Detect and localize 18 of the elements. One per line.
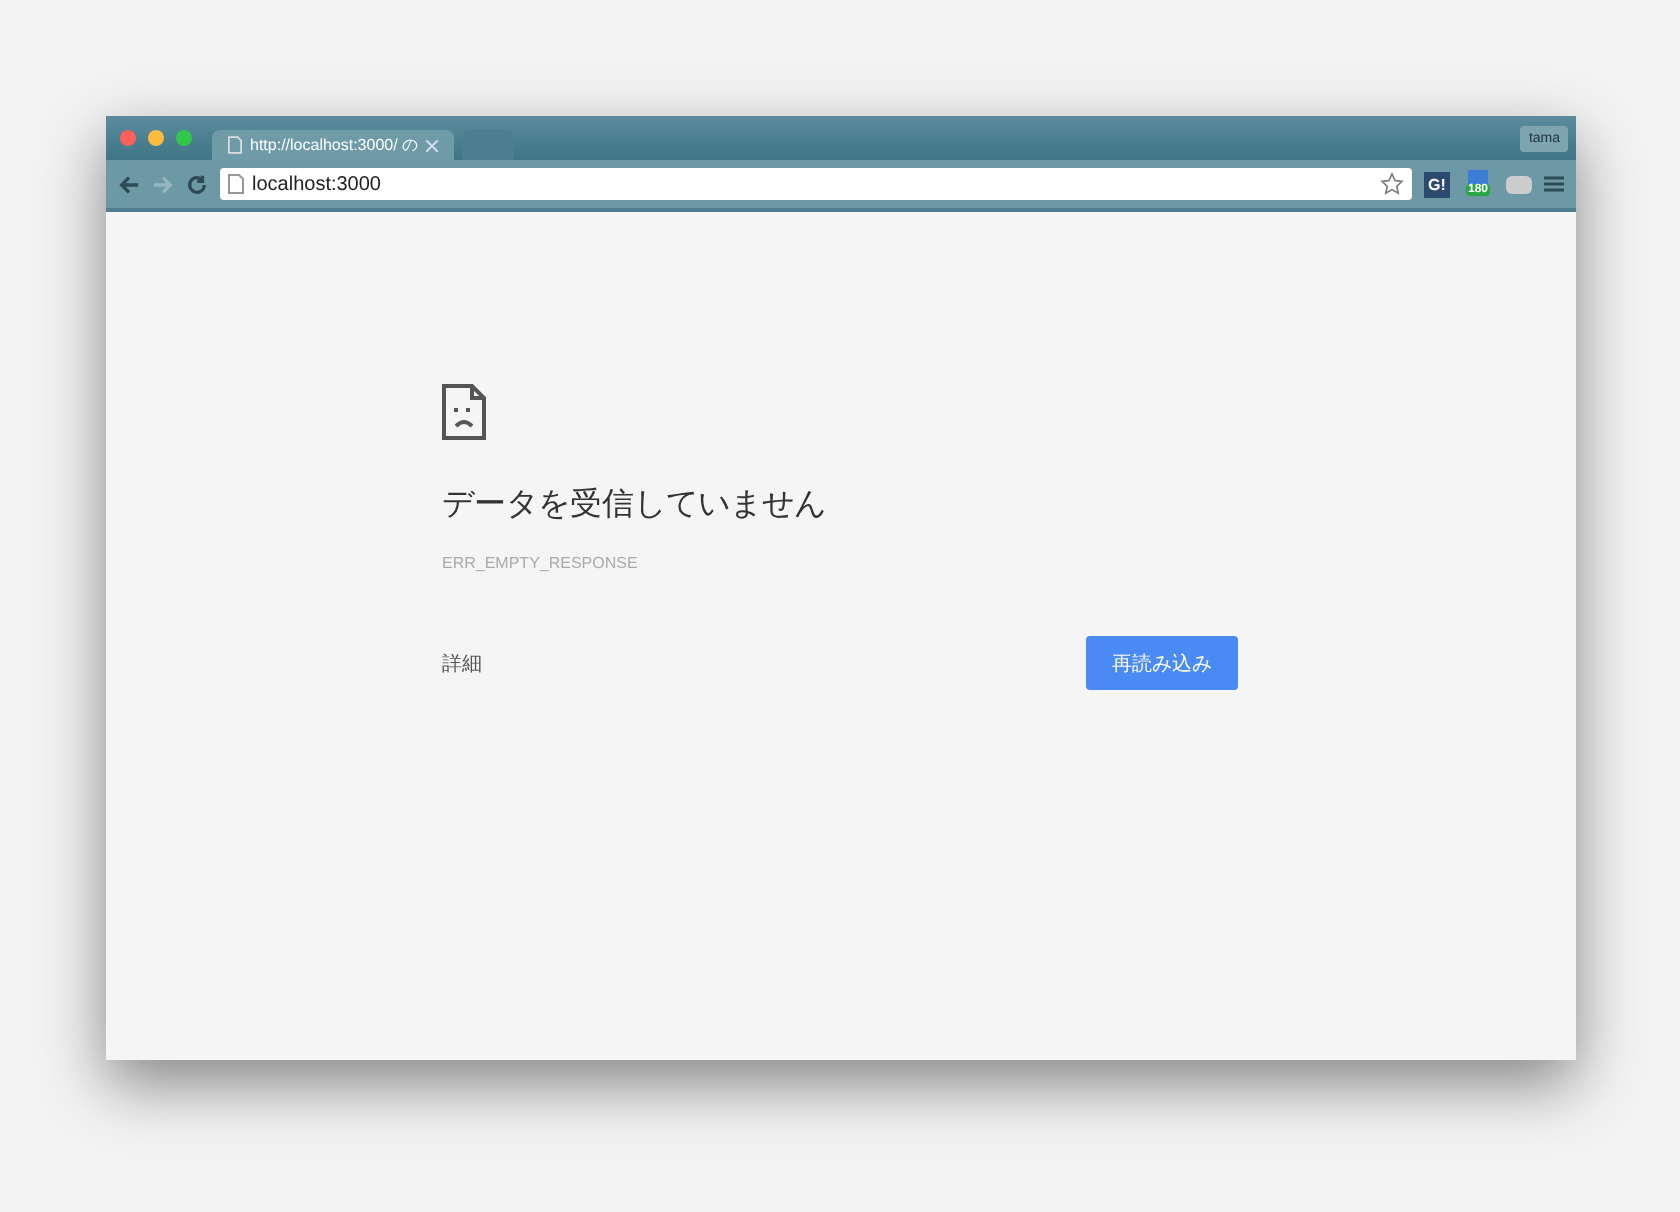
- page-icon: [228, 136, 242, 154]
- close-tab-icon[interactable]: [426, 139, 438, 151]
- reload-icon[interactable]: [186, 173, 208, 195]
- extension-button[interactable]: G!: [1423, 171, 1450, 197]
- minimize-button[interactable]: [148, 130, 164, 146]
- extension-icon[interactable]: [1506, 175, 1532, 193]
- error-code: ERR_EMPTY_RESPONSE: [442, 554, 640, 572]
- details-link[interactable]: 詳細: [442, 649, 482, 677]
- error-heading: データを受信していません: [442, 485, 828, 526]
- back-icon[interactable]: [118, 173, 140, 195]
- maximize-button[interactable]: [176, 130, 192, 146]
- forward-icon[interactable]: [152, 173, 174, 195]
- menu-icon[interactable]: [1544, 174, 1564, 194]
- sad-page-icon: [442, 384, 486, 440]
- close-button[interactable]: [120, 130, 136, 146]
- address-field[interactable]: localhost:3000: [220, 168, 1412, 200]
- extension-icon[interactable]: [1467, 169, 1488, 183]
- bookmark-star-icon[interactable]: [1379, 172, 1404, 196]
